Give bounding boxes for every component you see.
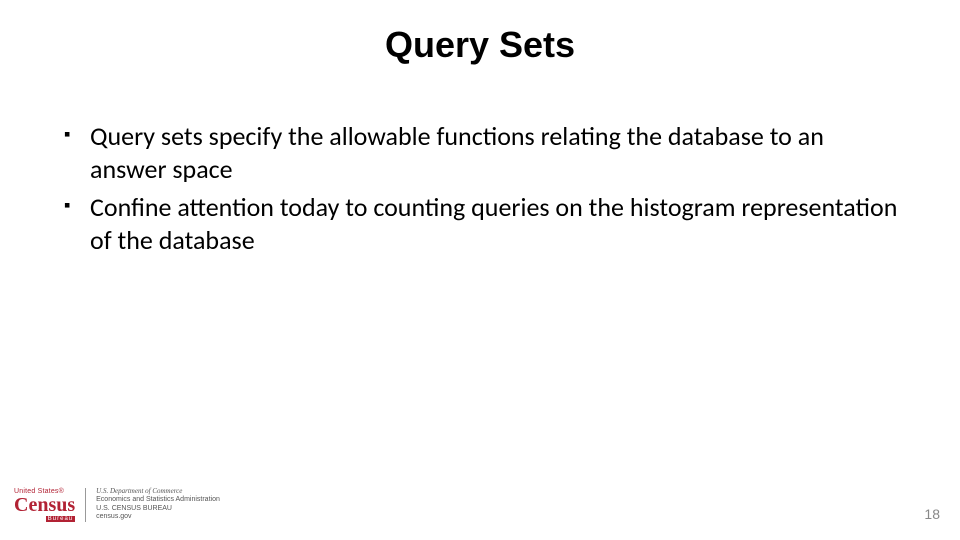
logo-main-text: Census	[14, 495, 75, 515]
slide-content: Query sets specify the allowable functio…	[60, 120, 900, 262]
logo-sub-text: Bureau	[46, 516, 75, 522]
dept-line: U.S. CENSUS BUREAU	[96, 505, 220, 514]
department-text: U.S. Department of Commerce Economics an…	[96, 487, 220, 522]
list-item: Confine attention today to counting quer…	[60, 191, 900, 256]
list-item: Query sets specify the allowable functio…	[60, 120, 900, 185]
page-number: 18	[924, 506, 940, 522]
slide-title: Query Sets	[0, 24, 960, 66]
footer: United States® Census Bureau U.S. Depart…	[14, 487, 220, 522]
bullet-list: Query sets specify the allowable functio…	[60, 120, 900, 256]
slide: Query Sets Query sets specify the allowa…	[0, 0, 960, 540]
census-logo: United States® Census Bureau	[14, 488, 75, 522]
footer-divider	[85, 488, 86, 522]
dept-line: U.S. Department of Commerce	[96, 487, 220, 496]
dept-line: Economics and Statistics Administration	[96, 496, 220, 505]
dept-line: census.gov	[96, 513, 220, 522]
